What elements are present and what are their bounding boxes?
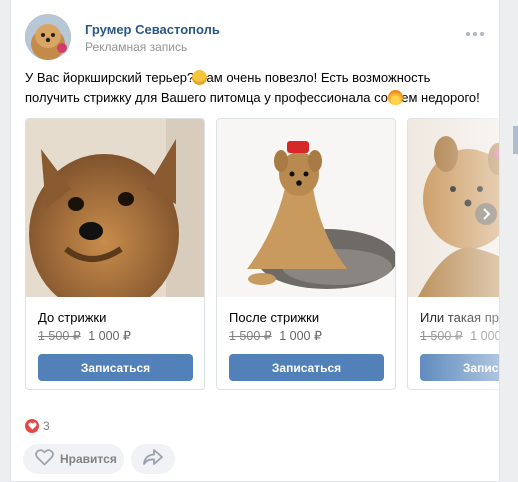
- fire-emoji-icon: [388, 90, 403, 105]
- book-button[interactable]: Записаться: [38, 354, 193, 381]
- page-scroll-edge: [513, 126, 518, 154]
- card-price: 1 500 ₽ 1 000 ₽: [420, 328, 500, 343]
- share-button[interactable]: [131, 444, 175, 474]
- card-title: После стрижки: [229, 310, 320, 325]
- card-title: Или такая приче: [420, 310, 499, 325]
- share-icon: [143, 448, 163, 470]
- card-old-price: 1 500 ₽: [38, 329, 81, 343]
- post-text-body: У Вас йоркширский терьер? Вам очень пове…: [25, 70, 480, 105]
- heart-outline-icon: [35, 449, 54, 469]
- nerd-face-emoji-icon: [192, 70, 207, 85]
- dog-photo-after[interactable]: [217, 119, 395, 297]
- book-button[interactable]: Записаться: [229, 354, 384, 381]
- book-button[interactable]: Записаться: [420, 354, 499, 381]
- dog-photo-before[interactable]: [26, 119, 204, 297]
- post-text: У Вас йоркширский терьер? Вам очень пове…: [25, 68, 485, 108]
- product-carousel[interactable]: До стрижки 1 500 ₽ 1 000 ₽ Записаться По…: [25, 118, 500, 393]
- heart-badge-icon: [25, 419, 39, 433]
- card-old-price: 1 500 ₽: [229, 329, 272, 343]
- card-new-price: 1 000 ₽: [470, 329, 500, 343]
- like-count: 3: [43, 419, 50, 433]
- product-card[interactable]: После стрижки 1 500 ₽ 1 000 ₽ Записаться: [216, 118, 396, 390]
- author-avatar[interactable]: [25, 14, 71, 60]
- ad-post: Грумер Севастополь Рекламная запись У Ва…: [10, 0, 500, 482]
- card-price: 1 500 ₽ 1 000 ₽: [38, 328, 131, 343]
- more-dots-icon[interactable]: [466, 32, 484, 36]
- product-card[interactable]: Или такая приче 1 500 ₽ 1 000 ₽ Записать…: [407, 118, 500, 390]
- likes-summary[interactable]: 3: [25, 419, 50, 433]
- product-card[interactable]: До стрижки 1 500 ₽ 1 000 ₽ Записаться: [25, 118, 205, 390]
- author-name[interactable]: Грумер Севастополь: [85, 22, 220, 37]
- like-button[interactable]: Нравится: [23, 444, 124, 474]
- card-price: 1 500 ₽ 1 000 ₽: [229, 328, 322, 343]
- card-new-price: 1 000 ₽: [88, 329, 131, 343]
- chevron-right-icon[interactable]: [475, 203, 497, 225]
- post-subtitle: Рекламная запись: [85, 40, 188, 54]
- card-new-price: 1 000 ₽: [279, 329, 322, 343]
- card-title: До стрижки: [38, 310, 107, 325]
- card-old-price: 1 500 ₽: [420, 329, 463, 343]
- like-label: Нравится: [60, 452, 117, 466]
